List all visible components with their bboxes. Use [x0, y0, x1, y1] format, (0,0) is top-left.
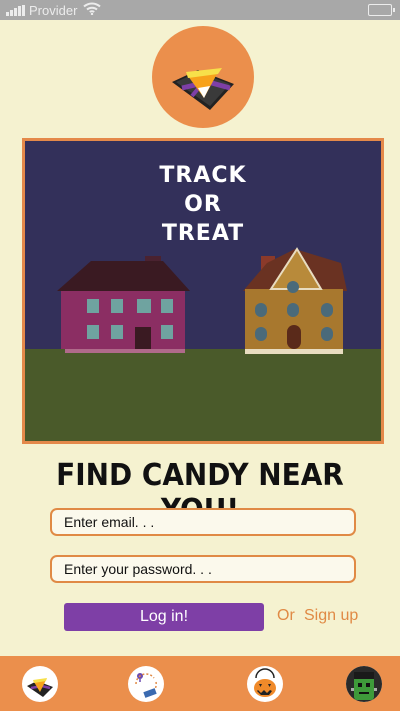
bottom-nav — [0, 656, 400, 711]
battery-icon — [368, 4, 395, 16]
app-logo — [152, 26, 254, 128]
signal-icon — [6, 4, 25, 16]
login-button[interactable]: Log in! — [64, 603, 264, 631]
route-icon — [135, 673, 157, 698]
hero-title-line: OR — [184, 192, 222, 217]
candy-map-icon — [172, 68, 234, 110]
carrier-label: Provider — [29, 2, 78, 18]
wifi-icon — [83, 2, 102, 18]
nav-profile-button[interactable] — [346, 666, 382, 702]
status-bar: Provider — [0, 0, 400, 20]
hero-title-line: TRACK — [159, 163, 247, 188]
email-input[interactable] — [50, 508, 356, 536]
signup-link[interactable]: Sign up — [304, 607, 358, 625]
frankenstein-avatar-icon — [346, 666, 382, 702]
or-label: Or — [277, 607, 295, 624]
hero-title: TRACK OR TREAT — [25, 161, 381, 248]
nav-map-button[interactable] — [22, 666, 58, 702]
candy-map-icon — [27, 678, 53, 697]
nav-route-button[interactable] — [128, 666, 164, 702]
pumpkin-bucket-icon — [254, 668, 276, 697]
nav-candy-button[interactable] — [247, 666, 283, 702]
hero-illustration: TRACK OR TREAT — [22, 138, 384, 444]
password-input[interactable] — [50, 555, 356, 583]
hero-title-line: TREAT — [161, 221, 245, 246]
